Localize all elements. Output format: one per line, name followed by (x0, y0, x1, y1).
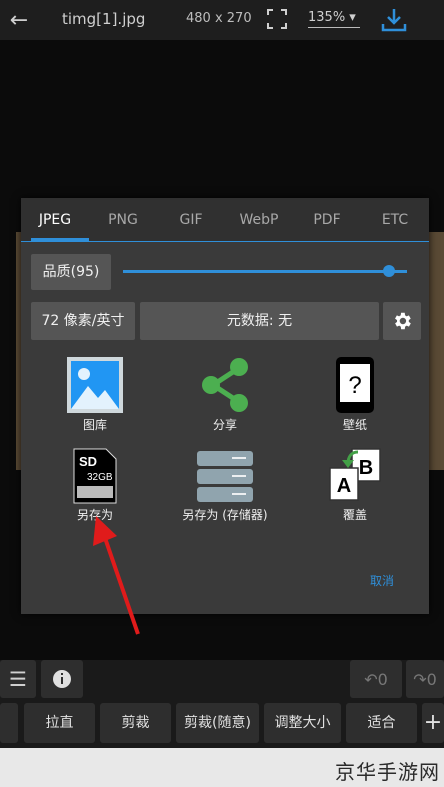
overwrite-label: 覆盖 (342, 508, 367, 522)
redo-icon: ↷ (413, 669, 427, 689)
image-dimensions: 480 x 270 (186, 11, 252, 26)
undo-icon: ↶ (364, 669, 378, 689)
tool-partial[interactable] (0, 703, 18, 743)
tab-gif[interactable]: GIF (157, 198, 225, 242)
settings-button[interactable] (383, 302, 421, 340)
overwrite-ab-icon: B A (329, 448, 381, 501)
tab-pdf[interactable]: PDF (293, 198, 361, 242)
add-tool-button[interactable]: + (422, 703, 444, 743)
quality-slider[interactable] (123, 270, 407, 273)
dpi-button[interactable]: 72 像素/英寸 (31, 302, 135, 340)
sd-card-icon: SD 32GB (73, 448, 117, 504)
info-button[interactable] (41, 660, 83, 698)
watermark-text: 京华手游网 (335, 760, 440, 784)
format-tabs: JPEG PNG GIF WebP PDF ETC (21, 198, 429, 242)
save-as-storage-label: 另存为 (存储器) (182, 508, 268, 522)
cancel-button[interactable]: 取消 (370, 572, 394, 589)
tab-jpeg[interactable]: JPEG (21, 198, 89, 242)
tool-free-crop[interactable]: 剪裁(随意) (176, 703, 259, 743)
tool-resize[interactable]: 调整大小 (264, 703, 341, 743)
redo-count: 0 (426, 669, 437, 689)
zoom-select[interactable]: 135% ▾ (308, 10, 360, 28)
tab-webp[interactable]: WebP (225, 198, 293, 242)
download-icon[interactable] (380, 6, 408, 34)
share-action[interactable]: 分享 (165, 354, 285, 433)
undo-count: 0 (377, 669, 388, 689)
file-name: timg[1].jpg (62, 10, 146, 28)
tab-png[interactable]: PNG (89, 198, 157, 242)
svg-text:SD: SD (79, 454, 97, 469)
undo-button[interactable]: ↶ 0 (350, 660, 402, 698)
save-as-storage-action[interactable]: 另存为 (存储器) (165, 444, 285, 523)
back-arrow-icon[interactable]: ← (0, 8, 38, 33)
tool-fit[interactable]: 适合 (346, 703, 417, 743)
info-icon (53, 670, 71, 688)
fit-screen-icon[interactable] (267, 9, 287, 29)
gear-icon (395, 312, 411, 330)
plus-icon: + (423, 710, 443, 735)
gallery-label: 图库 (82, 418, 107, 432)
save-as-action[interactable]: SD 32GB 另存为 (35, 444, 155, 523)
wallpaper-action[interactable]: ? 壁纸 (295, 354, 415, 433)
tab-divider (21, 241, 429, 242)
tab-etc[interactable]: ETC (361, 198, 429, 242)
quality-button[interactable]: 品质(95) (31, 254, 111, 290)
share-label: 分享 (212, 418, 237, 432)
share-icon (202, 358, 248, 412)
gallery-action[interactable]: 图库 (35, 354, 155, 433)
storage-server-icon (197, 451, 253, 502)
zoom-value: 135% (308, 10, 346, 25)
menu-button[interactable]: ☰ (0, 660, 36, 698)
tool-crop[interactable]: 剪裁 (100, 703, 171, 743)
wallpaper-label: 壁纸 (342, 418, 367, 432)
overwrite-action[interactable]: B A 覆盖 (295, 444, 415, 523)
menu-icon: ☰ (9, 667, 27, 691)
top-toolbar: ← timg[1].jpg 480 x 270 135% ▾ (0, 0, 444, 40)
svg-text:?: ? (348, 372, 361, 399)
svg-text:B: B (359, 457, 373, 479)
save-as-label: 另存为 (76, 508, 113, 522)
svg-text:32GB: 32GB (87, 472, 113, 483)
phone-question-icon: ? (336, 357, 374, 413)
quality-slider-thumb[interactable] (383, 265, 395, 277)
gallery-icon (67, 357, 123, 413)
redo-button[interactable]: ↷ 0 (406, 660, 444, 698)
metadata-button[interactable]: 元数据: 无 (140, 302, 379, 340)
svg-text:A: A (337, 475, 351, 497)
save-dialog: JPEG PNG GIF WebP PDF ETC 品质(95) 72 像素/英… (21, 198, 429, 614)
tool-straighten[interactable]: 拉直 (24, 703, 95, 743)
